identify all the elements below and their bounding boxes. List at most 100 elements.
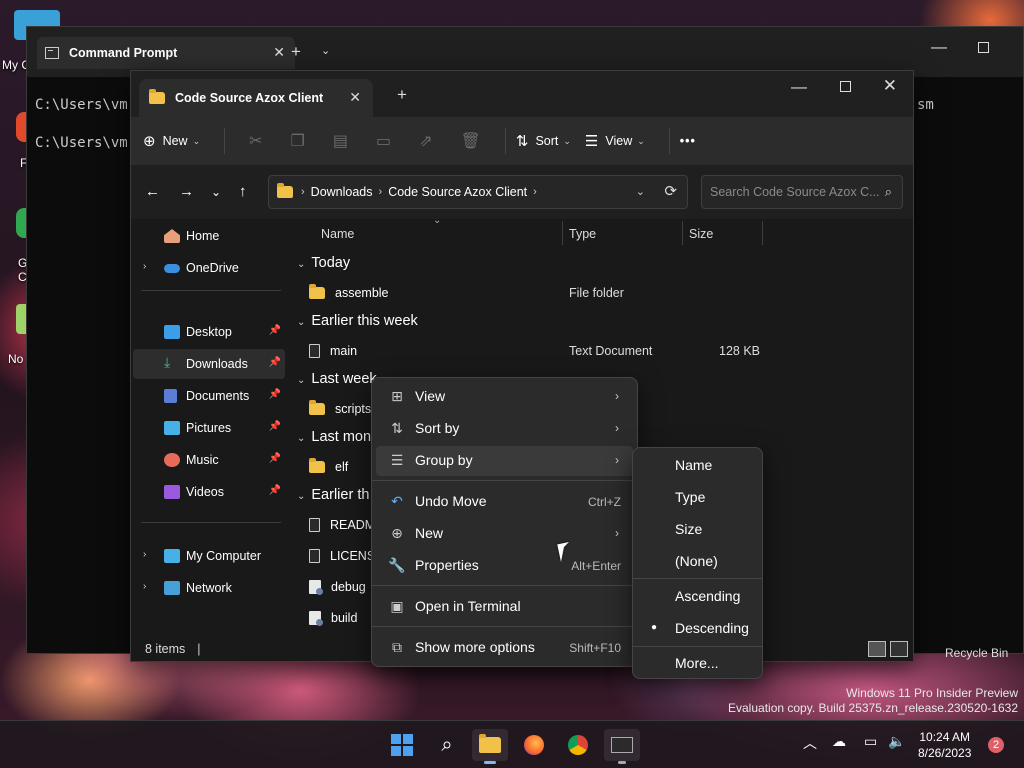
new-button[interactable]: ⊕ New ⌄	[143, 132, 200, 150]
paste-icon[interactable]: ▤	[333, 131, 348, 151]
sidebar-item-network[interactable]: › Network	[133, 573, 285, 603]
menu-item-sort-by[interactable]: ⇅ Sort by ›	[376, 414, 633, 444]
chevron-down-icon: ⌄	[563, 135, 571, 146]
up-arrow-icon[interactable]: ↑	[239, 183, 247, 200]
submenu-item-none[interactable]: (None)	[675, 553, 718, 569]
network-icon	[164, 581, 180, 595]
details-view-icon[interactable]	[868, 641, 886, 657]
submenu-item-size[interactable]: Size	[675, 521, 702, 537]
column-divider[interactable]	[682, 221, 683, 245]
collapse-chevron-icon: ⌄	[297, 433, 306, 444]
forward-arrow-icon[interactable]: →	[179, 183, 194, 200]
rename-icon[interactable]: ▭	[376, 131, 391, 151]
sidebar-item-onedrive[interactable]: › OneDrive	[133, 253, 285, 283]
taskbar-file-explorer[interactable]	[472, 729, 508, 764]
search-button[interactable]: ⌕	[429, 729, 465, 761]
taskbar-firefox[interactable]	[516, 729, 552, 761]
close-tab-icon[interactable]: ✕	[349, 89, 361, 106]
group-header-earlier-this-year[interactable]: ⌄ Earlier th	[297, 487, 369, 503]
list-item[interactable]: scripts	[309, 396, 371, 422]
more-options-button[interactable]: •••	[680, 134, 696, 148]
network-icon[interactable]: ▭	[864, 733, 877, 750]
desktop-icon-recycle-bin[interactable]: Recycle Bin	[945, 646, 1008, 660]
view-button-label: View	[605, 134, 633, 148]
taskbar-clock[interactable]: 10:24 AM 8/26/2023	[918, 729, 971, 761]
sidebar-item-downloads[interactable]: ⤓ Downloads 📌	[133, 349, 285, 379]
sort-button[interactable]: ⇅ Sort ⌄	[516, 132, 571, 150]
address-bar[interactable]: › Downloads › Code Source Azox Client › …	[268, 175, 688, 209]
submenu-item-descending[interactable]: Descending	[675, 620, 749, 636]
breadcrumb-item-current-folder[interactable]: Code Source Azox Client	[388, 185, 527, 199]
submenu-item-name[interactable]: Name	[675, 457, 712, 473]
desktop-icon-notepad[interactable]	[16, 304, 26, 334]
submenu-item-more[interactable]: More...	[675, 655, 719, 671]
large-icons-view-icon[interactable]	[890, 641, 908, 657]
group-header-earlier-this-week[interactable]: ⌄ Earlier this week	[297, 313, 418, 329]
status-separator: |	[197, 642, 201, 656]
maximize-icon[interactable]	[840, 81, 851, 92]
back-arrow-icon[interactable]: ←	[145, 183, 160, 200]
explorer-tab[interactable]: Code Source Azox Client ✕	[139, 79, 373, 117]
menu-item-show-more-options[interactable]: ⧉ Show more options Shift+F10	[376, 633, 633, 663]
menu-item-properties[interactable]: 🔧 Properties Alt+Enter	[376, 551, 633, 581]
sidebar-item-my-computer[interactable]: › My Computer	[133, 541, 285, 571]
delete-icon[interactable]: 🗑	[461, 131, 481, 151]
menu-item-view[interactable]: ⊞ View ›	[376, 382, 633, 412]
start-button[interactable]	[384, 729, 420, 761]
show-hidden-icons-chevron-icon[interactable]: ︿	[803, 733, 817, 753]
expand-chevron-icon[interactable]: ›	[143, 581, 146, 592]
list-item[interactable]: debug	[309, 574, 366, 600]
expand-chevron-icon[interactable]: ›	[143, 549, 146, 560]
minimize-icon[interactable]: —	[791, 79, 807, 97]
view-button[interactable]: ☰ View ⌄	[585, 132, 645, 150]
notification-badge[interactable]: 2	[988, 737, 1004, 753]
recent-locations-icon[interactable]: ⌄	[211, 185, 221, 199]
group-header-last-month[interactable]: ⌄ Last mon	[297, 429, 371, 445]
cmd-tab[interactable]: Command Prompt ✕	[37, 37, 295, 69]
submenu-item-type[interactable]: Type	[675, 489, 705, 505]
column-header-type[interactable]: Type	[569, 219, 679, 249]
column-header-size[interactable]: Size	[689, 219, 759, 249]
menu-item-open-in-terminal[interactable]: ▣ Open in Terminal	[376, 592, 633, 622]
list-item[interactable]: assemble	[309, 280, 389, 306]
list-item[interactable]: build	[309, 605, 357, 631]
search-input[interactable]: Search Code Source Azox C...	[710, 185, 880, 199]
search-box[interactable]: Search Code Source Azox C... ⌕	[701, 175, 903, 209]
sidebar-item-desktop[interactable]: Desktop 📌	[133, 317, 285, 347]
group-header-last-week[interactable]: ⌄ Last week	[297, 371, 377, 387]
undo-icon: ↶	[391, 493, 403, 509]
expand-chevron-icon[interactable]: ›	[143, 261, 146, 272]
group-header-today[interactable]: ⌄ Today	[297, 255, 350, 271]
address-history-chevron-icon[interactable]: ⌄	[636, 185, 645, 198]
submenu-item-ascending[interactable]: Ascending	[675, 588, 740, 604]
sidebar-item-documents[interactable]: Documents 📌	[133, 381, 285, 411]
sidebar-item-music[interactable]: Music 📌	[133, 445, 285, 475]
sidebar-item-pictures[interactable]: Pictures 📌	[133, 413, 285, 443]
onedrive-offline-icon[interactable]: ☁	[832, 733, 846, 750]
close-tab-icon[interactable]: ✕	[273, 44, 285, 61]
cut-icon[interactable]: ✂	[249, 131, 262, 151]
menu-item-new[interactable]: ⊕ New ›	[376, 519, 633, 549]
share-icon[interactable]: ⇗	[419, 131, 432, 151]
list-item[interactable]: main	[309, 338, 357, 364]
copy-icon[interactable]: ❐	[291, 131, 305, 151]
sidebar-item-home[interactable]: Home	[133, 221, 285, 251]
chevron-down-icon[interactable]: ⌄	[321, 44, 330, 57]
menu-item-group-by[interactable]: ☰ Group by ›	[376, 446, 633, 476]
volume-icon[interactable]: 🔈	[888, 733, 905, 750]
minimize-icon[interactable]: —	[931, 39, 947, 57]
taskbar-chrome[interactable]	[560, 729, 596, 761]
explorer-titlebar[interactable]: Code Source Azox Client ✕ + — ✕	[131, 71, 913, 117]
new-tab-icon[interactable]: +	[397, 85, 407, 105]
refresh-icon[interactable]: ⟳	[664, 182, 677, 200]
maximize-icon[interactable]	[978, 42, 989, 53]
taskbar-terminal[interactable]	[604, 729, 640, 764]
close-icon[interactable]: ✕	[883, 76, 897, 96]
column-divider[interactable]	[762, 221, 763, 245]
sidebar-item-videos[interactable]: Videos 📌	[133, 477, 285, 507]
breadcrumb-item-downloads[interactable]: Downloads	[311, 185, 373, 199]
new-tab-icon[interactable]: +	[291, 42, 301, 62]
menu-item-undo-move[interactable]: ↶ Undo Move Ctrl+Z	[376, 487, 633, 517]
column-divider[interactable]	[562, 221, 563, 245]
list-item[interactable]: elf	[309, 454, 348, 480]
